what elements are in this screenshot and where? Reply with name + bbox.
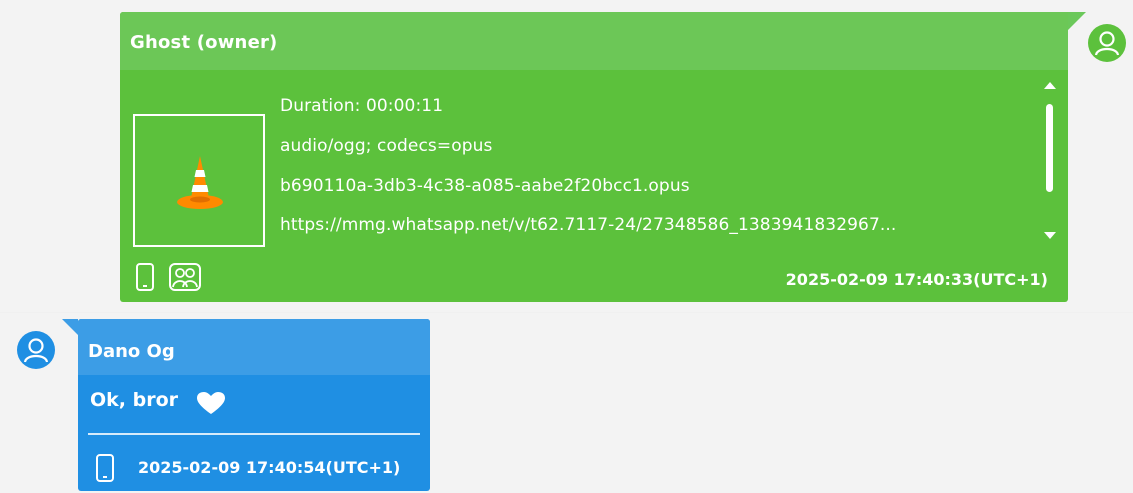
message-header: Dano Og — [78, 319, 430, 375]
bubble-tail — [1068, 12, 1086, 30]
attachment-url[interactable]: https://mmg.whatsapp.net/v/t62.7117-24/2… — [280, 215, 896, 235]
phone-icon — [94, 453, 116, 487]
message-text: Ok, bror — [90, 389, 179, 411]
group-icon — [168, 262, 202, 296]
divider — [88, 433, 420, 435]
attachment-filename: b690110a-3db3-4c38-a085-aabe2f20bcc1.opu… — [280, 176, 690, 196]
attachment-duration: Duration: 00:00:11 — [280, 96, 444, 116]
message-bubble-incoming[interactable]: Dano Og Ok, bror 2025-02-09 17:40:54(UTC… — [62, 319, 430, 491]
scroll-up-arrow-icon[interactable] — [1044, 82, 1056, 89]
sender-name: Dano Og — [88, 341, 175, 362]
attachment-mime-type: audio/ogg; codecs=opus — [280, 136, 493, 156]
user-avatar-icon — [17, 331, 55, 369]
heart-icon — [196, 391, 226, 419]
message-timestamp: 2025-02-09 17:40:33(UTC+1) — [785, 270, 1048, 289]
phone-icon — [134, 262, 156, 296]
message-bubble-outgoing[interactable]: Ghost (owner) Duration: 00:00:11 audio/o… — [120, 12, 1086, 302]
scrollbar-thumb[interactable] — [1046, 104, 1053, 192]
vlc-cone-icon — [177, 156, 223, 209]
chat-view: Ghost (owner) Duration: 00:00:11 audio/o… — [0, 0, 1133, 493]
scroll-down-arrow-icon[interactable] — [1044, 232, 1056, 239]
attachment-thumbnail[interactable] — [133, 114, 265, 247]
user-avatar-icon — [1088, 24, 1126, 62]
sender-name: Ghost (owner) — [130, 32, 278, 53]
bubble-tail — [62, 319, 78, 335]
message-timestamp: 2025-02-09 17:40:54(UTC+1) — [138, 458, 401, 477]
message-header: Ghost (owner) — [120, 12, 1068, 70]
